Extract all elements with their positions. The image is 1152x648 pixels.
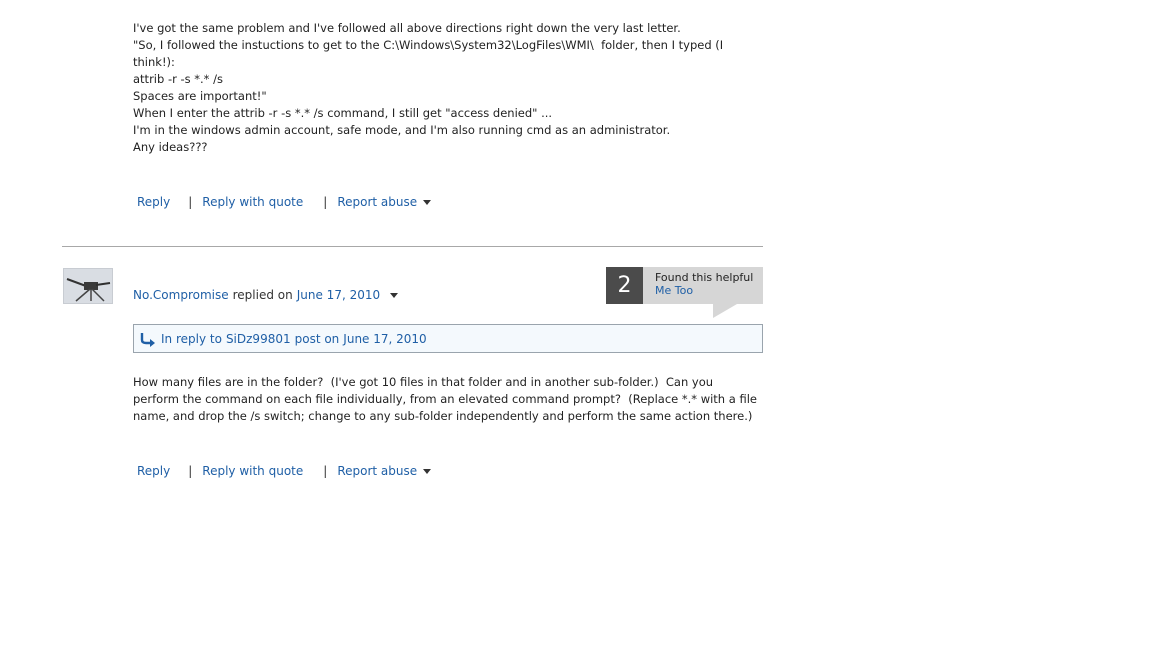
post-date-link[interactable]: June 17, 2010 — [297, 288, 380, 302]
action-separator: | — [323, 195, 328, 209]
helpful-label: Found this helpful — [655, 271, 754, 284]
post-body-2: How many files are in the folder? (I've … — [133, 374, 763, 425]
post-line: When I enter the attrib -r -s *.* /s com… — [133, 106, 553, 120]
post-line: How many files are in the folder? (I've … — [133, 375, 714, 389]
chevron-down-icon[interactable] — [423, 199, 432, 205]
report-abuse-link[interactable]: Report abuse — [337, 195, 417, 209]
post-line: I've got the same problem and I've follo… — [133, 21, 681, 35]
helpful-box: Found this helpful Me Too — [643, 267, 763, 304]
reply-with-quote-link[interactable]: Reply with quote — [202, 195, 303, 209]
chevron-down-icon[interactable] — [423, 468, 432, 474]
post-line: perform the command on each file individ… — [133, 392, 757, 406]
reply-link[interactable]: Reply — [137, 195, 170, 209]
forum-thread: I've got the same problem and I've follo… — [0, 0, 1152, 648]
post-line: Spaces are important!" — [133, 89, 267, 103]
action-separator: | — [323, 464, 328, 478]
post-actions-1: Reply | Reply with quote | Report abuse — [137, 193, 432, 211]
reply-to-date-link[interactable]: June 17, 2010 — [343, 332, 426, 346]
me-too-link[interactable]: Me Too — [655, 284, 693, 297]
in-reply-to-label: In reply to — [161, 331, 222, 346]
post-line: Any ideas??? — [133, 140, 208, 154]
replied-on-label: replied on — [232, 288, 293, 302]
post-line: name, and drop the /s switch; change to … — [133, 409, 753, 423]
author-link[interactable]: No.Compromise — [133, 288, 229, 302]
action-separator: | — [188, 195, 193, 209]
post-byline: No.Compromise replied on June 17, 2010 — [133, 288, 399, 302]
post-line: "So, I followed the instuctions to get t… — [133, 38, 727, 69]
chevron-down-icon[interactable] — [390, 292, 399, 298]
post-on-label: post on — [294, 331, 340, 346]
post-line: I'm in the windows admin account, safe m… — [133, 123, 671, 137]
reply-arrow-icon — [140, 332, 155, 347]
report-abuse-link[interactable]: Report abuse — [337, 464, 417, 478]
post-divider — [62, 246, 763, 247]
avatar-image — [64, 269, 112, 303]
reply-to-user-link[interactable]: SiDz99801 — [226, 332, 291, 346]
reply-with-quote-link[interactable]: Reply with quote — [202, 464, 303, 478]
post-actions-2: Reply | Reply with quote | Report abuse — [137, 462, 432, 480]
helpful-badge: 2 Found this helpful Me Too — [606, 267, 763, 318]
post-body-1: I've got the same problem and I've follo… — [133, 20, 763, 156]
helpful-count: 2 — [606, 267, 643, 304]
helpful-callout-tail — [713, 304, 737, 318]
post-line: attrib -r -s *.* /s — [133, 72, 223, 86]
action-separator: | — [188, 464, 193, 478]
avatar[interactable] — [63, 268, 113, 304]
in-reply-to-banner: In reply to SiDz99801 post on June 17, 2… — [133, 324, 763, 353]
reply-link[interactable]: Reply — [137, 464, 170, 478]
